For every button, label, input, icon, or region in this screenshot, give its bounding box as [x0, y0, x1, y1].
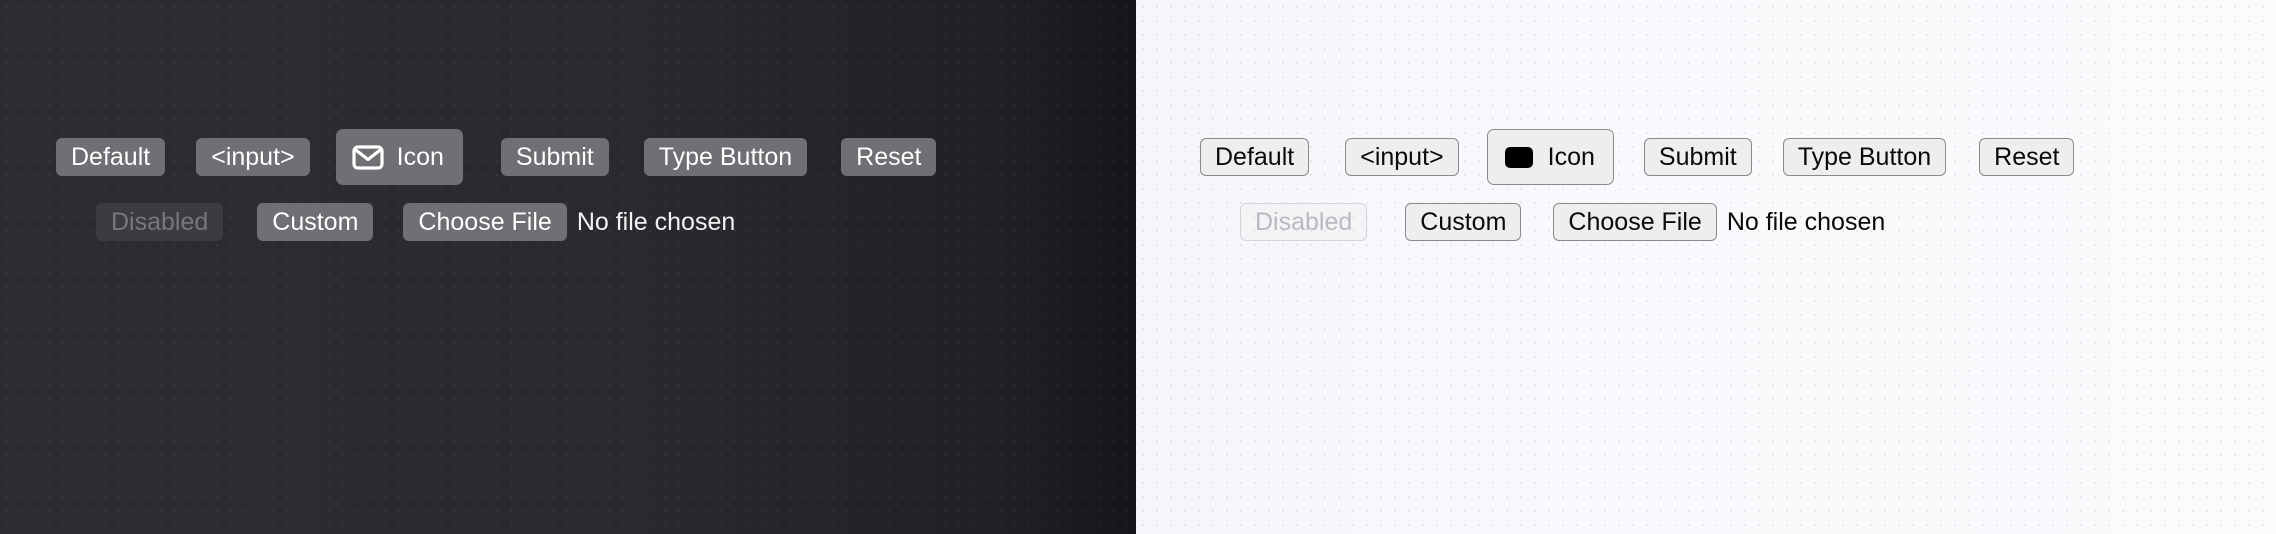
light-button-row-secondary: Disabled Custom Choose File No file chos… — [1240, 198, 1885, 246]
disabled-button: Disabled — [96, 203, 224, 241]
light-panel-rows: Default <input> Icon Submit Type Button — [1136, 0, 2276, 534]
dark-button-row-secondary: Disabled Custom Choose File No file chos… — [96, 198, 735, 246]
icon-button-label: Icon — [396, 142, 444, 171]
button-showcase-stage: Default <input> Icon Submit Type Button … — [0, 0, 2276, 534]
type-button[interactable]: Type Button — [643, 138, 808, 176]
submit-button[interactable]: Submit — [500, 138, 609, 176]
file-input[interactable]: Choose File No file chosen — [1553, 203, 1885, 241]
disabled-button: Disabled — [1240, 203, 1368, 241]
file-status-label: No file chosen — [1726, 207, 1886, 236]
dark-button-row-primary: Default <input> Icon Submit Type Button … — [56, 124, 937, 190]
icon-button-label: Icon — [1547, 142, 1595, 171]
envelope-icon — [1502, 144, 1536, 170]
file-status-label: No file chosen — [576, 207, 736, 236]
input-button[interactable]: <input> — [1345, 138, 1459, 176]
custom-button[interactable]: Custom — [257, 203, 374, 241]
type-button[interactable]: Type Button — [1782, 138, 1947, 176]
choose-file-button[interactable]: Choose File — [1553, 203, 1717, 241]
dark-theme-panel: Default <input> Icon Submit Type Button … — [0, 0, 1136, 534]
dark-panel-rows: Default <input> Icon Submit Type Button … — [0, 0, 1136, 534]
icon-button[interactable]: Icon — [335, 129, 463, 185]
light-theme-panel: Default <input> Icon Submit Type Button — [1136, 0, 2276, 534]
light-button-row-primary: Default <input> Icon Submit Type Button — [1200, 124, 2075, 190]
envelope-icon — [351, 144, 385, 170]
default-button[interactable]: Default — [1200, 138, 1310, 176]
custom-button[interactable]: Custom — [1405, 203, 1522, 241]
choose-file-button[interactable]: Choose File — [403, 203, 567, 241]
default-button[interactable]: Default — [56, 138, 166, 176]
submit-button[interactable]: Submit — [1643, 138, 1752, 176]
reset-button[interactable]: Reset — [841, 138, 937, 176]
icon-button[interactable]: Icon — [1486, 129, 1614, 185]
input-button[interactable]: <input> — [196, 138, 310, 176]
file-input[interactable]: Choose File No file chosen — [403, 203, 735, 241]
reset-button[interactable]: Reset — [1979, 138, 2075, 176]
